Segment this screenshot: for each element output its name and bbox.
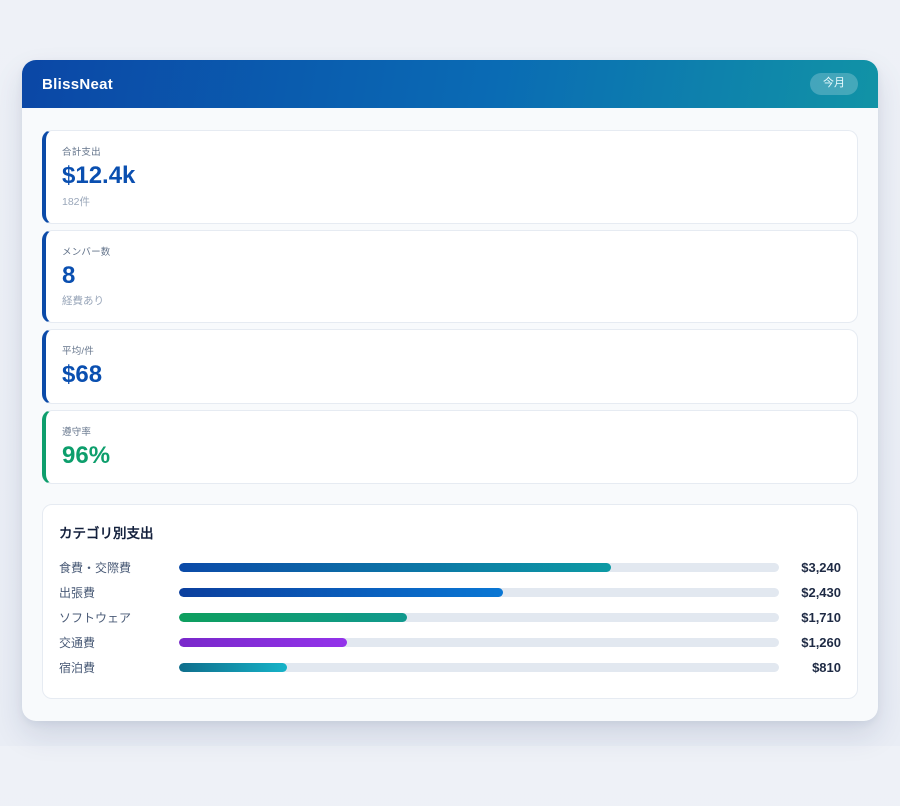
category-breakdown-title: カテゴリ別支出 <box>59 522 841 542</box>
app-title: BlissNeat <box>42 76 113 93</box>
category-bar-track <box>179 638 779 647</box>
stat-value: 8 <box>62 262 841 290</box>
category-bar-fill <box>179 613 407 622</box>
stat-value: $68 <box>62 361 841 389</box>
category-bar-fill <box>179 663 287 672</box>
stat-label: 遵守率 <box>62 424 841 438</box>
category-label: 食費・交際費 <box>59 559 179 576</box>
stat-card: 合計支出 $12.4k 182件 <box>42 130 858 224</box>
category-row: ソフトウェア $1,710 <box>59 605 841 630</box>
category-bar-track <box>179 613 779 622</box>
stat-card: 平均/件 $68 <box>42 329 858 404</box>
period-badge[interactable]: 今月 <box>810 73 858 94</box>
category-row: 出張費 $2,430 <box>59 580 841 605</box>
category-row: 宿泊費 $810 <box>59 655 841 680</box>
stat-card: メンバー数 8 経費あり <box>42 230 858 324</box>
category-bar-track <box>179 563 779 572</box>
stats-list: 合計支出 $12.4k 182件 メンバー数 8 経費あり 平均/件 $68 遵… <box>42 130 858 484</box>
category-label: 宿泊費 <box>59 659 179 676</box>
category-amount: $1,710 <box>779 610 841 625</box>
category-bar-fill <box>179 563 611 572</box>
category-label: 出張費 <box>59 584 179 601</box>
category-row: 食費・交際費 $3,240 <box>59 555 841 580</box>
stat-sub: 経費あり <box>62 293 841 308</box>
stat-label: 平均/件 <box>62 343 841 357</box>
app-header: BlissNeat 今月 <box>22 60 878 108</box>
stat-label: メンバー数 <box>62 244 841 258</box>
category-bar-track <box>179 588 779 597</box>
category-amount: $1,260 <box>779 635 841 650</box>
category-bar-fill <box>179 638 347 647</box>
stat-value: $12.4k <box>62 162 841 190</box>
category-breakdown-card: カテゴリ別支出 食費・交際費 $3,240 出張費 $2,430 ソフトウェア … <box>42 504 858 699</box>
stat-label: 合計支出 <box>62 144 841 158</box>
category-label: ソフトウェア <box>59 609 179 626</box>
category-bar-track <box>179 663 779 672</box>
category-bar-fill <box>179 588 503 597</box>
category-amount: $2,430 <box>779 585 841 600</box>
category-amount: $810 <box>779 660 841 675</box>
stat-card: 遵守率 96% <box>42 410 858 485</box>
category-label: 交通費 <box>59 634 179 651</box>
stat-value: 96% <box>62 442 841 470</box>
category-row: 交通費 $1,260 <box>59 630 841 655</box>
category-amount: $3,240 <box>779 560 841 575</box>
stat-sub: 182件 <box>62 194 841 209</box>
dashboard-body: 合計支出 $12.4k 182件 メンバー数 8 経費あり 平均/件 $68 遵… <box>22 108 878 721</box>
category-rows: 食費・交際費 $3,240 出張費 $2,430 ソフトウェア $1,710 交… <box>59 555 841 680</box>
dashboard-card: BlissNeat 今月 合計支出 $12.4k 182件 メンバー数 8 経費… <box>22 60 878 721</box>
